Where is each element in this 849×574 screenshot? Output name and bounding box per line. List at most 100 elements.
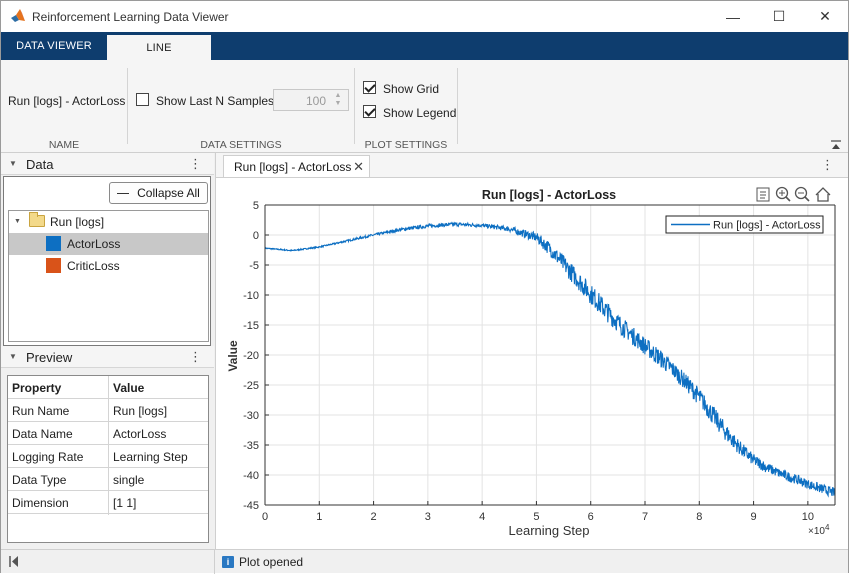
zoom-out-icon[interactable] <box>794 186 810 202</box>
x-tick-label: 7 <box>642 511 648 523</box>
property-cell: Logging Rate <box>12 450 84 464</box>
data-panel-title: Data <box>26 157 54 172</box>
y-tick-label: -20 <box>243 350 259 362</box>
ribbon-separator <box>354 68 355 144</box>
x-exponent-base: ×10 <box>808 526 825 537</box>
table-row[interactable]: Dimension [1 1] <box>8 491 208 514</box>
tab-line[interactable]: LINE <box>107 35 211 60</box>
document-area: Run [logs] - ActorLoss ✕ ⋮ 0 1 2 3 4 5 6 7 8 9 10 5… <box>215 153 848 549</box>
more-options-icon[interactable]: ⋮ <box>189 349 202 365</box>
x-axis-exponent: ×104 <box>808 523 830 537</box>
collapse-all-button[interactable]: Collapse All <box>109 182 208 204</box>
show-legend-label: Show Legend <box>383 106 457 120</box>
preview-table: Property Value Run Name Run [logs] Data … <box>7 375 209 543</box>
group-label-data-settings: DATA SETTINGS <box>200 139 282 151</box>
table-row[interactable]: Data Type single <box>8 468 208 491</box>
x-tick-label: 0 <box>262 511 268 523</box>
y-tick-label: -15 <box>243 320 259 332</box>
close-button[interactable]: ✕ <box>802 1 848 32</box>
property-cell: Dimension <box>12 496 69 510</box>
data-tips-icon[interactable] <box>756 187 770 202</box>
collapse-icon <box>117 192 130 194</box>
zoom-in-icon[interactable] <box>775 186 791 202</box>
axes-toolbar <box>756 186 831 202</box>
x-axis-label: Learning Step <box>509 523 590 538</box>
x-tick-label: 9 <box>751 511 757 523</box>
table-row[interactable]: Run Name Run [logs] <box>8 399 208 422</box>
tree-expand-caret-icon[interactable]: ▼ <box>14 218 21 225</box>
line-chart[interactable]: 0 1 2 3 4 5 6 7 8 9 10 5 0 -5 -10 -15 -20 -25 -30 -35 -40 -45… <box>216 178 848 550</box>
column-header-value: Value <box>113 381 145 395</box>
ribbon-separator <box>127 68 128 144</box>
x-tick-label: 5 <box>533 511 539 523</box>
run-name-text: Run [logs] - ActorLoss <box>8 94 126 108</box>
series-color-swatch-icon <box>46 258 61 273</box>
table-row[interactable]: Data Name ActorLoss <box>8 422 208 445</box>
value-cell: Run [logs] <box>113 404 168 418</box>
plot-figure[interactable]: 0 1 2 3 4 5 6 7 8 9 10 5 0 -5 -10 -15 -20 -25 -30 -35 -40 -45… <box>216 177 848 549</box>
collapse-ribbon-icon[interactable] <box>830 140 842 150</box>
property-cell: Data Name <box>12 427 73 441</box>
show-last-n-checkbox[interactable] <box>136 93 149 106</box>
folder-icon <box>29 212 45 227</box>
x-tick-label: 2 <box>371 511 377 523</box>
tree-item-actorloss[interactable]: ActorLoss <box>9 233 208 255</box>
collapse-panel-icon[interactable] <box>9 556 19 567</box>
tab-data-viewer[interactable]: DATA VIEWER <box>1 32 107 60</box>
show-grid-label: Show Grid <box>383 82 440 96</box>
data-panel: Collapse All ▼ Run [logs] ActorLoss Crit… <box>3 176 211 346</box>
table-row[interactable]: Logging Rate Learning Step <box>8 445 208 468</box>
tree-item-run-logs[interactable]: ▼ Run [logs] <box>9 211 208 233</box>
ribbon: Run [logs] - ActorLoss NAME Show Last N … <box>1 60 848 153</box>
collapse-caret-icon[interactable]: ▼ <box>9 352 17 361</box>
collapse-caret-icon[interactable]: ▼ <box>9 159 17 168</box>
x-tick-label: 4 <box>479 511 485 523</box>
show-last-n-label: Show Last N Samples <box>156 94 275 108</box>
show-legend-checkbox[interactable] <box>363 105 376 118</box>
y-tick-label: -30 <box>243 410 259 422</box>
tree-item-label: ActorLoss <box>67 237 121 251</box>
close-tab-icon[interactable]: ✕ <box>353 159 364 175</box>
status-message: Plot opened <box>239 555 304 569</box>
preview-panel-header[interactable]: ▼ Preview ⋮ <box>1 346 214 368</box>
minimize-button[interactable]: — <box>710 1 756 32</box>
more-options-icon[interactable]: ⋮ <box>821 157 834 173</box>
home-icon[interactable] <box>815 187 831 202</box>
chart-legend[interactable]: Run [logs] - ActorLoss <box>665 215 824 234</box>
y-tick-label: -35 <box>243 440 259 452</box>
status-separator <box>214 550 215 574</box>
samples-spinner[interactable]: 100 ▲ ▼ <box>273 89 349 111</box>
value-cell: Learning Step <box>113 450 188 464</box>
x-exponent-power: 4 <box>825 523 830 532</box>
y-tick-label: -5 <box>249 260 259 272</box>
x-tick-label: 6 <box>588 511 594 523</box>
document-tab[interactable]: Run [logs] - ActorLoss ✕ <box>223 155 370 177</box>
value-cell: [1 1] <box>113 496 137 510</box>
y-tick-label: -40 <box>243 470 259 482</box>
y-tick-label: -25 <box>243 380 259 392</box>
status-bar: i Plot opened <box>1 549 848 574</box>
property-cell: Data Type <box>12 473 67 487</box>
collapse-all-label: Collapse All <box>137 186 200 200</box>
spinner-arrows-icon[interactable]: ▲ ▼ <box>332 92 344 108</box>
group-label-name: NAME <box>48 139 80 151</box>
tree-item-label: CriticLoss <box>67 259 120 273</box>
data-panel-header[interactable]: ▼ Data ⋮ <box>1 153 214 175</box>
document-tab-label: Run [logs] - ActorLoss <box>234 160 352 174</box>
ribbon-separator <box>457 68 458 144</box>
tree-item-criticloss[interactable]: CriticLoss <box>9 255 208 277</box>
y-tick-label: 0 <box>253 230 259 242</box>
title-bar[interactable]: Reinforcement Learning Data Viewer — ☐ ✕ <box>1 1 848 32</box>
value-cell: single <box>113 473 145 487</box>
column-header-property: Property <box>12 381 62 395</box>
series-line-actorloss <box>264 221 836 498</box>
legend-entry-label: Run [logs] - ActorLoss <box>713 220 821 232</box>
maximize-button[interactable]: ☐ <box>756 1 802 32</box>
chart-title: Run [logs] - ActorLoss <box>482 188 616 202</box>
matlab-logo-icon <box>11 9 25 22</box>
y-axis-label: Value <box>226 340 240 372</box>
show-grid-checkbox[interactable] <box>363 81 376 94</box>
samples-value: 100 <box>305 94 326 108</box>
more-options-icon[interactable]: ⋮ <box>189 156 202 172</box>
tree-root-label: Run [logs] <box>50 215 105 229</box>
